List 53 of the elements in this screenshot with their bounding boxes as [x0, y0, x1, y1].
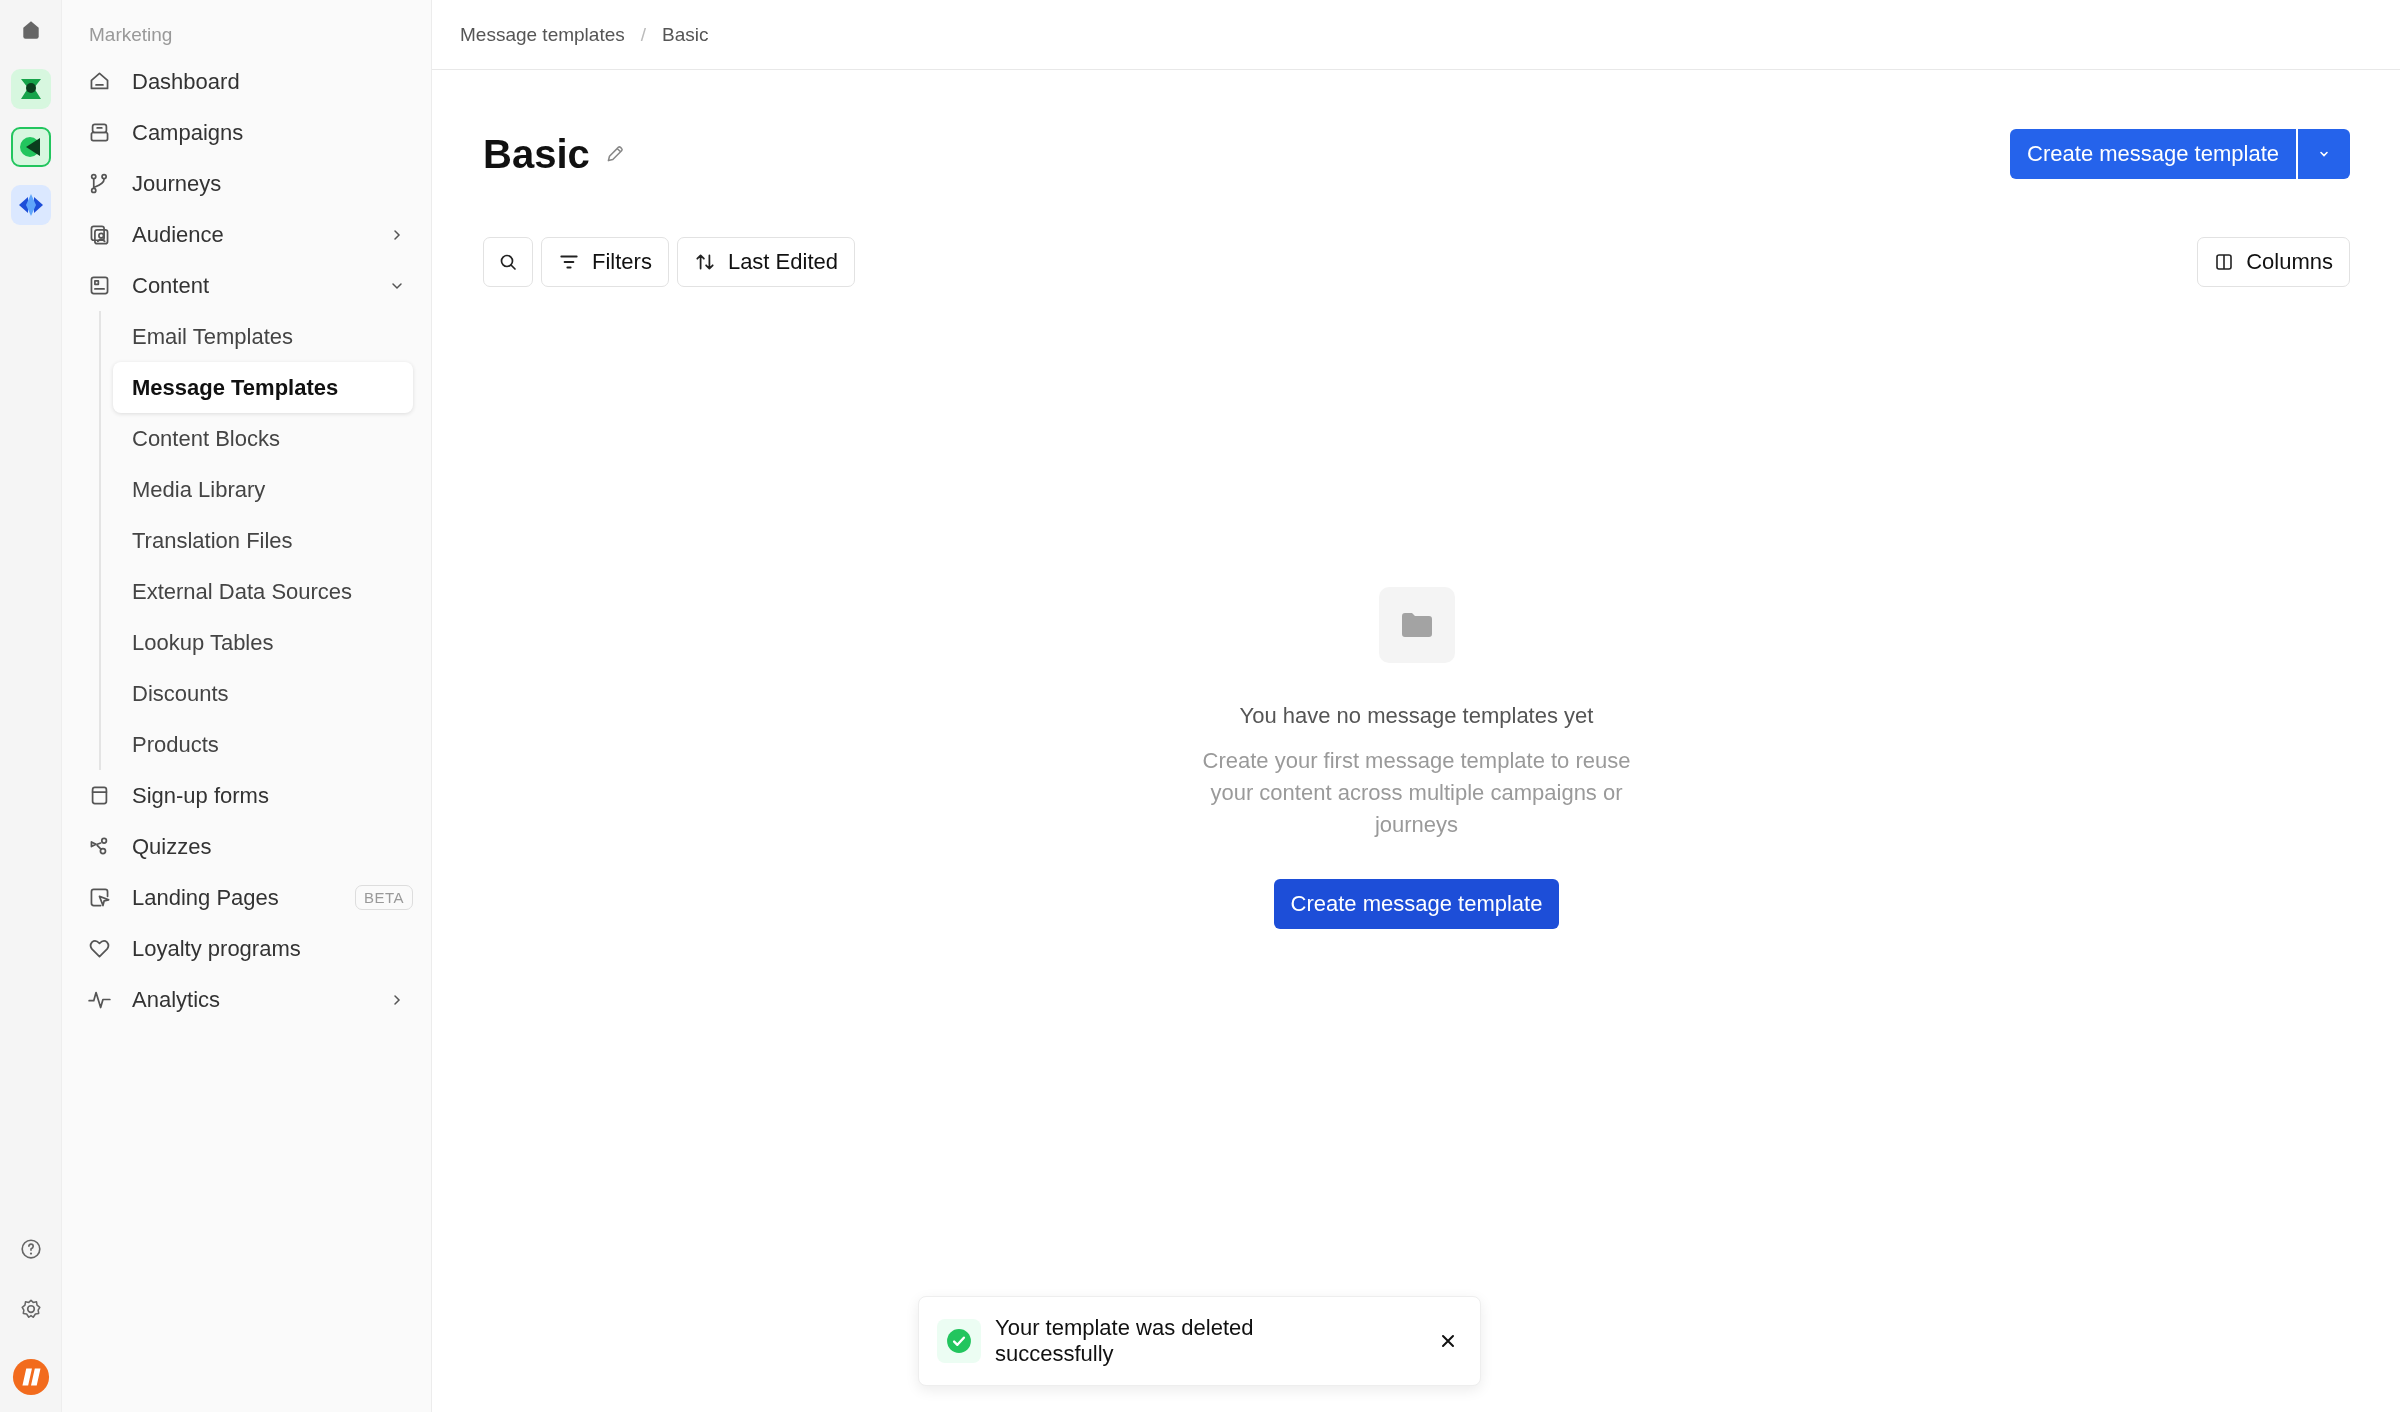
nav-subitem[interactable]: Media Library [113, 464, 413, 515]
nav-subitem[interactable]: Email Templates [113, 311, 413, 362]
search-button[interactable] [483, 237, 533, 287]
breadcrumb-link[interactable]: Basic [662, 23, 709, 46]
nav-icon [88, 274, 111, 297]
create-template-button[interactable]: Create message template [1273, 879, 1560, 929]
folder-icon [1378, 587, 1455, 663]
nav-subitem[interactable]: Message Templates [113, 362, 413, 413]
app-icon[interactable] [10, 127, 51, 167]
nav-item[interactable]: Audience [88, 209, 413, 260]
success-check-icon [937, 1319, 981, 1363]
app-icon[interactable] [10, 69, 51, 109]
nav-item[interactable]: Landing Pages BETA [88, 872, 413, 923]
nav-icon [88, 121, 111, 144]
nav-item[interactable]: Content [88, 260, 413, 311]
nav-subitem[interactable]: Discounts [113, 668, 413, 719]
empty-state-description: Create your first message template to reuse your content across multiple campaigns or journeys [1201, 747, 1632, 839]
columns-icon [2214, 252, 2235, 272]
sort-button[interactable]: Last Edited [676, 237, 855, 287]
nav-subitem[interactable]: External Data Sources [113, 566, 413, 617]
app-icon[interactable] [10, 185, 51, 225]
nav-icon [88, 886, 111, 909]
nav-item[interactable]: Quizzes [88, 821, 413, 872]
nav-icon [88, 937, 111, 960]
nav-item[interactable]: Dashboard [88, 56, 413, 107]
settings-icon[interactable] [19, 1298, 42, 1320]
close-icon[interactable] [1441, 1334, 1455, 1348]
nav-item[interactable]: Campaigns [88, 107, 413, 158]
toast-message: Your template was deleted successfully [995, 1315, 1255, 1367]
page-title: Basic [483, 131, 590, 177]
beta-badge: BETA [354, 885, 413, 910]
nav-subitem[interactable]: Content Blocks [113, 413, 413, 464]
nav-subitem[interactable]: Products [113, 719, 413, 770]
help-icon[interactable] [19, 1238, 42, 1260]
account-logo-icon[interactable] [11, 1358, 50, 1396]
create-template-button[interactable]: Create message template [2010, 129, 2296, 179]
section-heading: Marketing [88, 24, 174, 47]
columns-button[interactable]: Columns [2197, 237, 2350, 287]
chevron-icon [391, 993, 403, 1006]
nav-subitem[interactable]: Translation Files [113, 515, 413, 566]
nav-item[interactable]: Loyalty programs [88, 923, 413, 974]
breadcrumb-link[interactable]: Message templates [460, 23, 625, 46]
filters-button[interactable]: Filters [541, 237, 669, 287]
nav-subitem[interactable]: Lookup Tables [113, 617, 413, 668]
nav-item[interactable]: Journeys [88, 158, 413, 209]
empty-state-heading: You have no message templates yet [1239, 703, 1594, 729]
nav-item[interactable]: Analytics [88, 974, 413, 1025]
chevron-icon [391, 228, 403, 241]
nav-icon [88, 223, 111, 246]
search-icon [498, 252, 518, 272]
nav-item[interactable]: Sign-up forms [88, 770, 413, 821]
sort-icon [693, 251, 716, 273]
breadcrumb-separator: / [640, 23, 647, 46]
